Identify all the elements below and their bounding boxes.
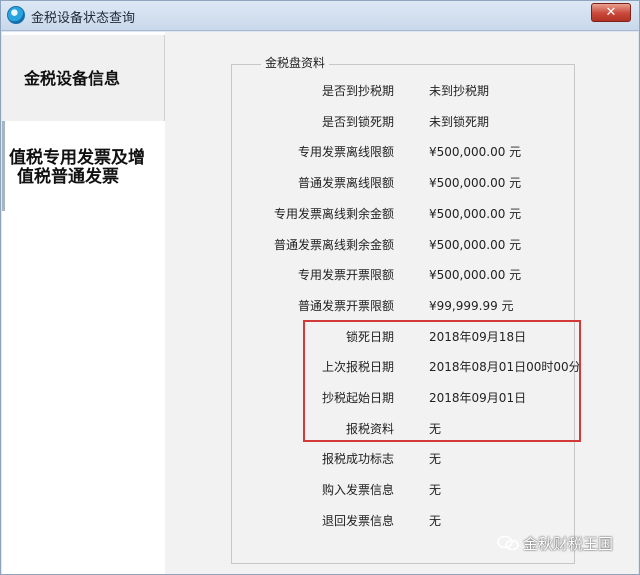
info-row: 普通发票离线限额 ¥500,000.00 元 (165, 172, 638, 192)
tab-label-line1: 值税专用发票及增 (9, 148, 145, 168)
info-row-label: 是否到抄税期 (321, 84, 394, 98)
info-row-value: ¥500,000.00 元 (429, 206, 522, 221)
info-row-value: ¥500,000.00 元 (429, 145, 522, 160)
info-row-value: 无 (429, 513, 442, 528)
info-row-label: 专用发票离线剩余金额 (273, 206, 394, 221)
info-row: 专用发票离线剩余金额 ¥500,000.00 元 (165, 203, 638, 223)
info-row-label: 专用发票开票限额 (297, 268, 394, 283)
tab-tax-device-info[interactable]: 金税设备信息 (2, 35, 165, 121)
info-row-label: 报税成功标志 (321, 452, 394, 467)
info-row-label: 普通发票开票限额 (297, 298, 394, 313)
title-bar[interactable]: 金税设备状态查询 ✕ (1, 1, 639, 31)
info-row-value: ¥500,000.00 元 (429, 237, 522, 252)
details-panel: 金税盘资料 是否到抄税期 未到抄税期是否到锁死期 未到锁死期专用发票离线限额 ¥500… (165, 32, 638, 574)
tab-panel: 金税设备信息 值税专用发票及增 值税普通发票 (2, 32, 165, 574)
info-row: 报税成功标志 无 (165, 448, 638, 468)
info-row: 专用发票离线限额 ¥500,000.00 元 (165, 141, 638, 161)
chat-bubble-icon (497, 535, 519, 551)
info-row-label: 专用发票离线限额 (297, 145, 394, 160)
info-row: 购入发票信息 无 (165, 479, 638, 499)
info-row-label: 购入发票信息 (321, 483, 394, 498)
info-row: 是否到抄税期 未到抄税期 (165, 80, 638, 100)
info-row-value: 无 (429, 452, 442, 467)
app-icon (7, 6, 25, 24)
tab-label: 金税设备信息 (24, 69, 121, 88)
info-row: 是否到锁死期 未到锁死期 (165, 111, 638, 131)
info-row-value: 未到锁死期 (429, 114, 490, 129)
watermark: 金秋财税王国 (497, 533, 637, 561)
watermark-text: 金秋财税王国 (523, 535, 614, 553)
tab-label-line2: 值税普通发票 (17, 167, 119, 187)
info-row: 普通发票开票限额 ¥99,999.99 元 (165, 295, 638, 315)
info-row-value: 未到抄税期 (429, 84, 490, 98)
info-row: 普通发票离线剩余金额 ¥500,000.00 元 (165, 234, 638, 254)
window-title: 金税设备状态查询 (31, 11, 136, 26)
highlight-box (303, 320, 581, 442)
info-row-value: 无 (429, 483, 442, 498)
info-row-label: 普通发票离线剩余金额 (273, 237, 394, 252)
info-row: 专用发票开票限额 ¥500,000.00 元 (165, 264, 638, 284)
close-button[interactable]: ✕ (591, 3, 631, 22)
info-row-value: ¥99,999.99 元 (429, 298, 514, 313)
tab-vat-invoices[interactable]: 值税专用发票及增 值税普通发票 (2, 121, 165, 211)
groupbox-title: 金税盘资料 (261, 54, 330, 71)
info-row-label: 退回发票信息 (321, 513, 394, 528)
info-row: 退回发票信息 无 (165, 510, 638, 530)
info-row-label: 是否到锁死期 (321, 114, 394, 129)
info-row-value: ¥500,000.00 元 (429, 268, 522, 283)
main-window: 金税设备状态查询 ✕ 金税设备信息 值税专用发票及增 值税普通发票 金税盘资料 … (0, 0, 640, 575)
info-row-value: ¥500,000.00 元 (429, 176, 522, 191)
window-client-area: 金税设备信息 值税专用发票及增 值税普通发票 金税盘资料 是否到抄税期 未到抄税期… (2, 32, 638, 574)
info-row-label: 普通发票离线限额 (297, 176, 394, 191)
